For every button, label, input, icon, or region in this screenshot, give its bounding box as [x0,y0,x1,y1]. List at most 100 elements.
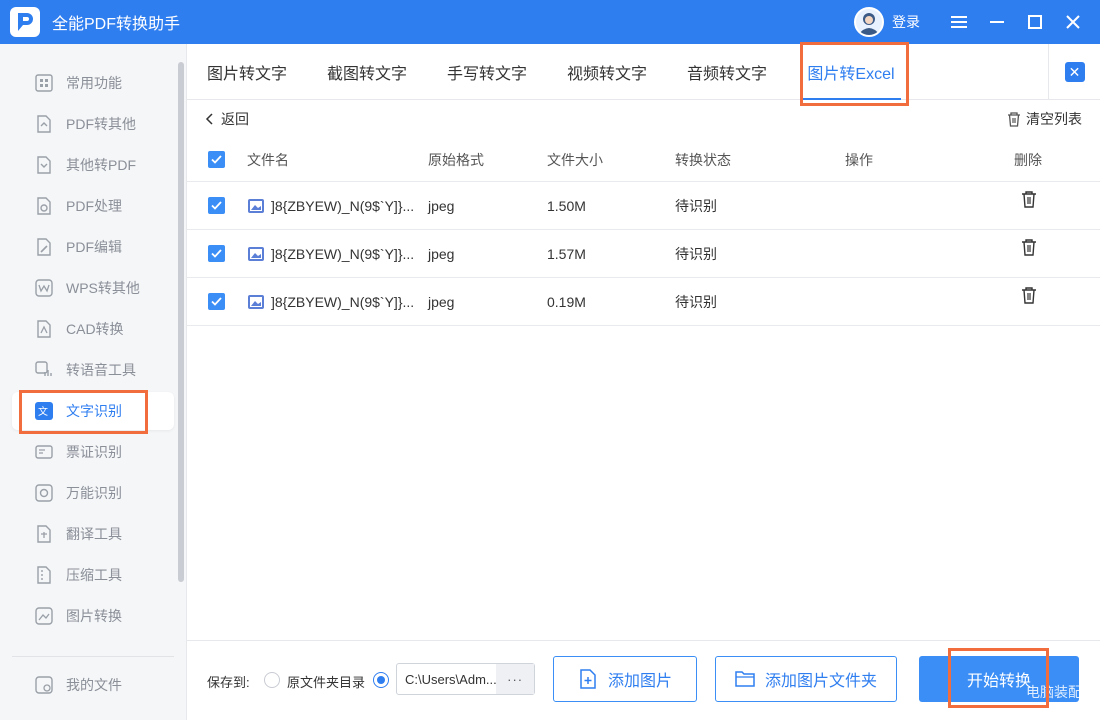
tab-handwriting-to-text[interactable]: 手写转文字 [427,44,547,100]
row-checkbox[interactable] [208,197,225,214]
radio-original-folder[interactable] [264,672,280,688]
file-size: 1.57M [547,245,586,262]
file-table: 文件名 原始格式 文件大小 转换状态 操作 删除 ]8{ZBYEW)_N(9$`… [187,138,1100,326]
sidebar-item-label: 票证识别 [66,444,122,460]
tab-bar: 图片转文字 截图转文字 手写转文字 视频转文字 音频转文字 图片转Excel ✕ [187,44,1100,100]
sidebar-item-voice[interactable]: 转语音工具 [12,351,174,389]
title-bar: 全能PDF转换助手 登录 [0,0,1100,44]
grid-icon [34,73,54,93]
sidebar-item-universal[interactable]: 万能识别 [12,474,174,512]
tab-audio-to-text[interactable]: 音频转文字 [667,44,787,100]
table-row: ]8{ZBYEW)_N(9$`Y]}... jpeg 1.57M 待识别 [187,230,1100,278]
sidebar-item-label: 常用功能 [66,75,122,91]
folder-icon [735,671,755,687]
add-image-label: 添加图片 [607,673,672,690]
menu-icon[interactable] [940,0,978,44]
compress-icon [34,565,54,585]
sidebar-item-ocr[interactable]: 文 文字识别 [12,392,174,430]
save-to-label: 保存到: [207,675,250,690]
sidebar-item-cad[interactable]: CAD转换 [12,310,174,348]
sidebar-item-pdf-to-other[interactable]: PDF转其他 [12,105,174,143]
add-file-icon [580,669,596,689]
sidebar-item-pdf-edit[interactable]: PDF编辑 [12,228,174,266]
file-status: 待识别 [675,197,717,214]
sidebar-item-label: 转语音工具 [66,362,136,378]
file-format: jpeg [428,293,455,310]
file-size: 0.19M [547,293,586,310]
table-row: ]8{ZBYEW)_N(9$`Y]}... jpeg 0.19M 待识别 [187,278,1100,326]
file-format: jpeg [428,245,455,262]
tab-screenshot-to-text[interactable]: 截图转文字 [307,44,427,100]
clear-list-button[interactable]: 清空列表 [1007,108,1082,130]
pdf-process-icon [34,196,54,216]
add-folder-button[interactable]: 添加图片文件夹 [715,656,897,702]
image-file-icon [248,198,264,213]
radio-custom-path[interactable] [373,672,389,688]
sidebar: 常用功能 PDF转其他 其他转PDF PDF处理 PDF编辑 WPS转其他 CA… [0,44,187,720]
svg-text:文: 文 [38,405,48,418]
close-panel-icon[interactable]: ✕ [1064,62,1085,82]
sidebar-item-label: PDF编辑 [66,239,122,255]
back-link[interactable]: 返回 [205,108,249,130]
back-label: 返回 [221,111,249,127]
sidebar-item-my-files[interactable]: 我的文件 [12,666,174,704]
header-size: 文件大小 [547,151,603,168]
header-delete: 删除 [1014,151,1042,168]
tab-close-zone: ✕ [1048,44,1100,100]
sidebar-item-ticket[interactable]: 票证识别 [12,433,174,471]
sidebar-item-label: PDF处理 [66,198,122,214]
close-window-icon[interactable] [1054,0,1092,44]
header-status: 转换状态 [675,151,731,168]
clear-list-label: 清空列表 [1026,111,1082,127]
sidebar-item-label: WPS转其他 [66,280,140,296]
sidebar-item-label: 我的文件 [66,677,122,693]
row-checkbox[interactable] [208,293,225,310]
file-size: 1.50M [547,197,586,214]
tab-image-to-text[interactable]: 图片转文字 [187,44,307,100]
footer-bar: 保存到: 原文件夹目录 C:\Users\Adm... ··· 添加图片 添加图… [187,640,1100,720]
folder-icon [34,675,54,695]
tab-image-to-excel[interactable]: 图片转Excel [787,44,915,100]
user-avatar[interactable] [854,7,884,37]
sidebar-item-compress[interactable]: 压缩工具 [12,556,174,594]
sidebar-item-label: 文字识别 [66,403,122,419]
browse-path-button[interactable]: ··· [496,664,534,694]
chevron-left-icon [205,113,213,125]
image-file-icon [248,246,264,261]
login-link[interactable]: 登录 [892,12,920,32]
radio-original-folder-label: 原文件夹目录 [287,675,366,690]
file-name: ]8{ZBYEW)_N(9$`Y]}... [271,197,415,214]
file-status: 待识别 [675,245,717,262]
maximize-icon[interactable] [1016,0,1054,44]
sidebar-item-pdf-process[interactable]: PDF处理 [12,187,174,225]
sidebar-item-common[interactable]: 常用功能 [12,64,174,102]
tab-video-to-text[interactable]: 视频转文字 [547,44,667,100]
save-path-field[interactable]: C:\Users\Adm... ··· [396,663,535,695]
ticket-icon [34,442,54,462]
delete-row-icon[interactable] [1021,176,1037,223]
select-all-checkbox[interactable] [208,151,225,168]
sidebar-scrollbar[interactable] [178,62,184,582]
save-path-value: C:\Users\Adm... [405,671,497,687]
trash-icon [1007,111,1021,127]
ocr-icon: 文 [34,401,54,421]
add-image-button[interactable]: 添加图片 [553,656,697,702]
add-folder-label: 添加图片文件夹 [764,673,877,690]
sidebar-item-wps[interactable]: WPS转其他 [12,269,174,307]
sidebar-divider [12,656,174,657]
row-checkbox[interactable] [208,245,225,262]
app-logo-icon [10,7,40,37]
sidebar-item-other-to-pdf[interactable]: 其他转PDF [12,146,174,184]
sidebar-item-label: CAD转换 [66,321,124,337]
header-action: 操作 [845,151,873,168]
minimize-icon[interactable] [978,0,1016,44]
sidebar-item-image-convert[interactable]: 图片转换 [12,597,174,635]
sidebar-item-label: PDF转其他 [66,116,136,132]
header-format: 原始格式 [428,151,484,168]
translate-icon [34,524,54,544]
watermark-text: 电脑装配网 [1026,684,1096,700]
delete-row-icon[interactable] [1021,224,1037,271]
sidebar-item-translate[interactable]: 翻译工具 [12,515,174,553]
delete-row-icon[interactable] [1021,272,1037,319]
voice-icon [34,360,54,380]
